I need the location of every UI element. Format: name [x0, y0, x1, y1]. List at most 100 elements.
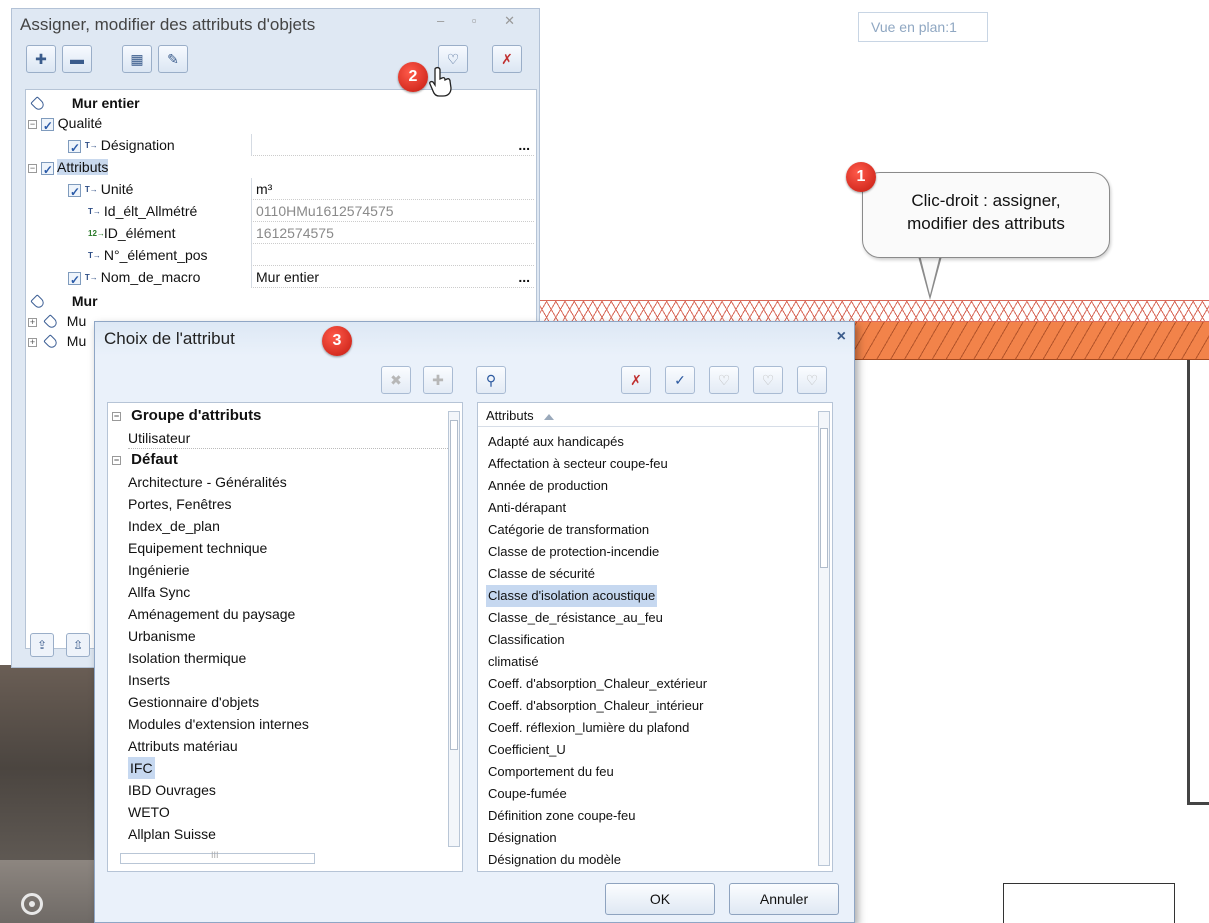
list-item[interactable]: Classe de protection-incendie — [486, 541, 661, 563]
tag-clear-icon[interactable]: ♡ — [797, 366, 827, 394]
list-item[interactable]: Architecture - Généralités — [128, 471, 287, 493]
list-item[interactable]: Désignation — [486, 827, 559, 849]
list-item[interactable]: climatisé — [486, 651, 541, 673]
wall-right-outline — [1187, 360, 1209, 805]
tree-row-category[interactable]: − Attributs — [28, 156, 109, 181]
close-icon[interactable]: × — [837, 328, 846, 346]
checkbox[interactable] — [68, 181, 81, 203]
check-all-icon[interactable]: ✓ — [665, 366, 695, 394]
list-item[interactable]: WETO — [128, 801, 170, 823]
attribute-value-field[interactable] — [251, 244, 534, 266]
list-group-header[interactable]: − Groupe d'attributs — [112, 405, 261, 427]
delete-icon[interactable]: ✖ — [381, 366, 411, 394]
list-item[interactable]: Coeff. réflexion_lumière du plafond — [486, 717, 691, 739]
view-label[interactable]: Vue en plan:1 — [858, 12, 988, 42]
attribute-value-field[interactable]: m³ — [251, 178, 534, 200]
import-icon[interactable]: ⇪ — [30, 633, 54, 657]
list-item[interactable]: Modules d'extension internes — [128, 713, 309, 735]
expand-icon[interactable]: + — [28, 337, 37, 347]
attribute-list[interactable]: Attributs Adapté aux handicapés Affectat… — [477, 402, 833, 872]
export-icon[interactable]: ⇫ — [66, 633, 90, 657]
list-group-header[interactable]: − Défaut — [112, 449, 178, 471]
list-item[interactable]: Désignation du modèle — [486, 849, 623, 869]
list-item[interactable]: Coeff. d'absorption_Chaleur_intérieur — [486, 695, 705, 717]
attribute-value-field[interactable]: Mur entier... — [251, 266, 534, 288]
add-icon[interactable]: ✚ — [26, 45, 56, 73]
tree-row-attribute[interactable]: T→ Unité m³ — [68, 178, 536, 203]
scrollbar-thumb[interactable] — [450, 420, 458, 750]
list-item-selected[interactable]: IFC — [128, 757, 155, 779]
callout-bubble: Clic-droit : assigner, modifier des attr… — [862, 172, 1110, 258]
list-item[interactable]: IBD Ouvrages — [128, 779, 216, 801]
paint-icon[interactable]: ✎ — [158, 45, 188, 73]
tree-row-attribute[interactable]: T→ N°_élément_pos — [88, 244, 536, 266]
list-item[interactable]: Classe de sécurité — [486, 563, 597, 585]
list-item[interactable]: Portes, Fenêtres — [128, 493, 232, 515]
list-item[interactable]: Gestionnaire d'objets — [128, 691, 259, 713]
dialog-title: Choix de l'attribut — [95, 322, 854, 356]
list-item[interactable]: Isolation thermique — [128, 647, 246, 669]
tree-row-attribute[interactable]: T→ Id_élt_Allmétré 0110HMu1612574575 — [88, 200, 536, 222]
attribute-value-field[interactable]: ... — [251, 134, 534, 156]
list-item-selected[interactable]: Classe d'isolation acoustique — [486, 585, 658, 607]
remove-icon[interactable]: ▬ — [62, 45, 92, 73]
tree-row-group[interactable]: Mur — [30, 290, 98, 312]
tree-row-attribute[interactable]: 12→ ID_élément 1612574575 — [88, 222, 536, 244]
list-item[interactable]: Utilisateur — [128, 427, 448, 449]
checkbox[interactable] — [68, 269, 81, 291]
list-item[interactable]: Urbanisme — [128, 625, 196, 647]
list-item[interactable]: Coefficient_U — [486, 739, 568, 761]
tree-row-group[interactable]: + Mu — [28, 310, 86, 332]
collapse-icon[interactable]: − — [112, 411, 121, 421]
collapse-icon[interactable]: − — [28, 119, 37, 129]
list-item[interactable]: Allfa Sync — [128, 581, 190, 603]
list-item[interactable]: Anti-dérapant — [486, 497, 568, 519]
tree-row-attribute[interactable]: T→ Nom_de_macro Mur entier... — [68, 266, 536, 291]
navigation-wheel-icon[interactable] — [21, 893, 43, 915]
tree-row-group[interactable]: Mur entier — [30, 92, 140, 114]
list-item[interactable]: Index_de_plan — [128, 515, 220, 537]
list-item[interactable]: Equipement technique — [128, 537, 267, 559]
horizontal-scrollbar[interactable]: III — [120, 850, 315, 864]
attribute-group-list[interactable]: − Groupe d'attributs Utilisateur − Défau… — [107, 402, 463, 872]
list-item[interactable]: Adapté aux handicapés — [486, 431, 626, 453]
list-item[interactable]: Classe_de_résistance_au_feu — [486, 607, 665, 629]
list-item[interactable]: Attributs matériau — [128, 735, 238, 757]
tag-remove-icon[interactable]: ♡ — [753, 366, 783, 394]
expand-icon[interactable]: + — [28, 317, 37, 327]
tree-row-attribute[interactable]: T→ Désignation ... — [68, 134, 536, 159]
collapse-icon[interactable]: − — [112, 455, 121, 465]
list-item[interactable]: Année de production — [486, 475, 610, 497]
tag-icon[interactable]: ♡ — [709, 366, 739, 394]
window-controls[interactable]: – ▫ ✕ — [437, 13, 527, 29]
list-item[interactable]: Définition zone coupe-feu — [486, 805, 637, 827]
uncheck-all-icon[interactable]: ✗ — [621, 366, 651, 394]
list-item[interactable]: Affectation à secteur coupe-feu — [486, 453, 670, 475]
list-item[interactable]: Catégorie de transformation — [486, 519, 651, 541]
scrollbar-thumb[interactable] — [820, 428, 828, 568]
collapse-icon[interactable]: − — [28, 163, 37, 173]
vertical-scrollbar[interactable] — [818, 411, 830, 866]
checkbox[interactable] — [40, 115, 54, 137]
list-item[interactable]: Coeff. d'absorption_Chaleur_extérieur — [486, 673, 709, 695]
tree-row-category[interactable]: − Qualité — [28, 112, 102, 137]
tree-row-group[interactable]: + Mu — [28, 330, 86, 352]
delete-tag-icon[interactable]: ✗ — [492, 45, 522, 73]
list-item[interactable]: Coupe-fumée — [486, 783, 569, 805]
search-icon[interactable]: ⚲ — [476, 366, 506, 394]
cancel-button[interactable]: Annuler — [729, 883, 839, 915]
add-icon[interactable]: ✚ — [423, 366, 453, 394]
list-item[interactable]: Comportement du feu — [486, 761, 616, 783]
column-header[interactable]: Attributs — [478, 403, 818, 427]
checkbox[interactable] — [68, 137, 81, 159]
list-item[interactable]: Aménagement du paysage — [128, 603, 295, 625]
list-item[interactable]: Inserts — [128, 669, 170, 691]
wall-insulation-hatch[interactable] — [540, 300, 1209, 322]
list-item[interactable]: Ingénierie — [128, 559, 190, 581]
checkbox[interactable] — [40, 159, 54, 181]
grid-icon[interactable]: ▦ — [122, 45, 152, 73]
list-item[interactable]: Allplan Suisse — [128, 823, 216, 845]
vertical-scrollbar[interactable] — [448, 411, 460, 847]
ok-button[interactable]: OK — [605, 883, 715, 915]
list-item[interactable]: Classification — [486, 629, 567, 651]
